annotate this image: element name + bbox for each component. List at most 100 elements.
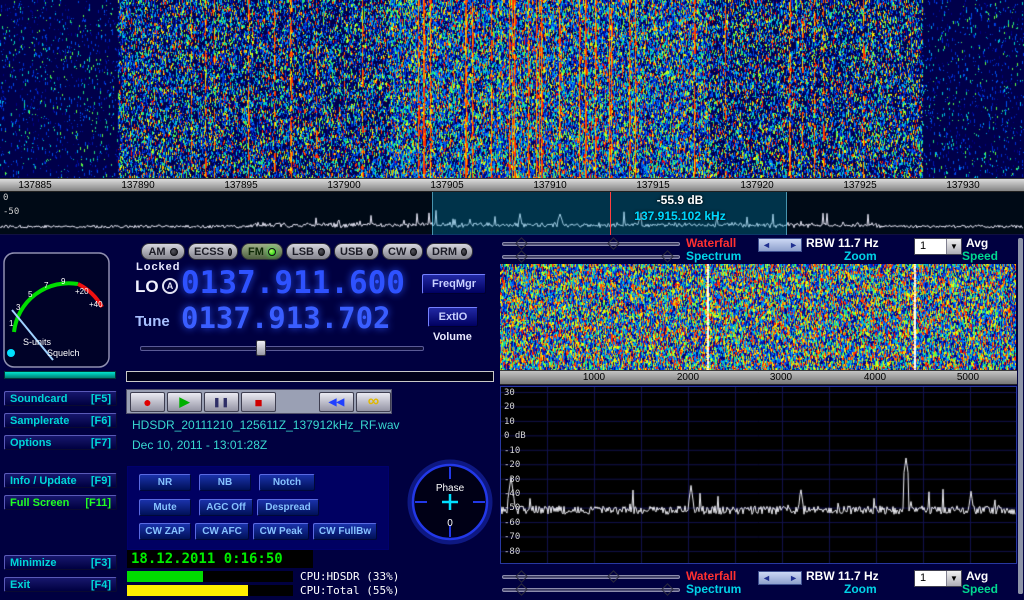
slider-handle[interactable] (661, 250, 674, 263)
zoom-scrollbar-bottom[interactable]: ◄ ► (758, 571, 802, 585)
cw-fullbw-button[interactable]: CW FullBw (313, 523, 377, 540)
avg-value: 1 (915, 571, 946, 586)
speed-label[interactable]: Speed (962, 249, 998, 263)
waterfall-label[interactable]: Waterfall (686, 236, 736, 250)
zoom-scrollbar[interactable]: ◄ ► (758, 238, 802, 252)
arrow-left-icon[interactable]: ◄ (762, 574, 771, 583)
arrow-right-icon[interactable]: ► (789, 574, 798, 583)
hdsdr-window: 137885 137890 137895 137900 137905 13791… (0, 0, 1024, 600)
s-units-label: S-units (23, 337, 52, 347)
cw-zap-button[interactable]: CW ZAP (139, 523, 191, 540)
cpu-hdsdr-bar (127, 571, 293, 582)
cw-peak-button[interactable]: CW Peak (253, 523, 309, 540)
freq-tick: 137890 (108, 180, 168, 191)
lock-a-button[interactable]: A (162, 278, 178, 294)
samplerate-button[interactable]: Samplerate[F6] (4, 413, 117, 428)
cursor-db-readout: -55.9 dB (580, 193, 780, 207)
cpu-hdsdr-label: CPU:HDSDR (33%) (300, 570, 399, 583)
right-vertical-scrollbar[interactable] (1018, 238, 1023, 594)
speed-label-bottom[interactable]: Speed (962, 582, 998, 596)
cw-afc-button[interactable]: CW AFC (195, 523, 249, 540)
squelch-knob[interactable] (7, 349, 15, 357)
frequency-scale[interactable]: 137885 137890 137895 137900 137905 13791… (0, 178, 1024, 192)
right-vertical-scrollbar-lower[interactable] (1018, 560, 1023, 594)
s-meter[interactable]: 1 3 5 7 9 +20 +40 S-units Squelch (3, 252, 110, 368)
nr-button[interactable]: NR (139, 474, 191, 491)
volume-slider-track[interactable] (140, 346, 424, 351)
avg-dropdown-bottom[interactable]: 1 ▼ (914, 570, 962, 587)
tune-frequency-display[interactable]: 0137.913.702 (181, 301, 391, 335)
mode-button-cw[interactable]: CW (382, 243, 423, 260)
fullscreen-button[interactable]: Full Screen[F11] (4, 495, 117, 510)
mode-button-fm[interactable]: FM (241, 243, 283, 260)
arrow-left-icon[interactable]: ◄ (762, 241, 771, 250)
db-tick: -70 (504, 532, 520, 542)
avg-dropdown[interactable]: 1 ▼ (914, 238, 962, 255)
mode-button-ecss[interactable]: ECSS (188, 243, 238, 260)
lo-frequency-display[interactable]: 0137.911.600 (181, 265, 405, 301)
loop-icon: ∞ (368, 393, 379, 411)
phase-dial[interactable]: Phase 0 (406, 452, 494, 548)
minimize-button[interactable]: Minimize[F3] (4, 555, 117, 570)
avg-label: Avg (966, 236, 988, 250)
nb-button[interactable]: NB (199, 474, 251, 491)
dropdown-arrow-icon[interactable]: ▼ (946, 571, 961, 586)
volume-slider-handle[interactable] (256, 340, 266, 356)
loop-button[interactable]: ∞ (356, 392, 391, 412)
slider-handle[interactable] (515, 237, 528, 250)
slider-handle[interactable] (607, 570, 620, 583)
spectrum-range-slider-bottom[interactable] (502, 588, 680, 592)
spectrum-label-bottom[interactable]: Spectrum (686, 582, 741, 596)
recording-timestamp: Dec 10, 2011 - 13:01:28Z (132, 438, 267, 452)
stop-button[interactable]: ■ (241, 392, 276, 412)
play-button[interactable]: ▶ (167, 392, 202, 412)
audio-spectrum-plot[interactable]: 30 20 10 0 dB -10 -20 -30 -40 -50 -60 -7… (500, 386, 1017, 564)
slider-handle[interactable] (515, 250, 528, 263)
mode-button-am[interactable]: AM (141, 243, 185, 260)
spectrum-label[interactable]: Spectrum (686, 249, 741, 263)
pause-icon: ❚❚ (213, 397, 230, 408)
freqmgr-button[interactable]: FreqMgr (422, 274, 486, 294)
extio-button[interactable]: ExtIO (428, 307, 478, 327)
slider-handle[interactable] (661, 583, 674, 596)
overview-spectrum[interactable]: 0 -50 -55.9 dB 137.915.102 kHz (0, 192, 1024, 235)
waterfall-label-bottom[interactable]: Waterfall (686, 569, 736, 583)
audio-frequency-scale[interactable]: 1000 2000 3000 4000 5000 (500, 370, 1017, 385)
button-hotkey: [F6] (91, 415, 111, 427)
rewind-button[interactable]: ◀◀ (319, 392, 354, 412)
mute-button[interactable]: Mute (139, 499, 191, 516)
waterfall-contrast-slider-bottom[interactable] (502, 575, 680, 579)
waterfall-contrast-slider[interactable] (502, 242, 680, 246)
button-hotkey: [F3] (91, 557, 111, 569)
exit-button[interactable]: Exit[F4] (4, 577, 117, 592)
dropdown-arrow-icon[interactable]: ▼ (946, 239, 961, 254)
mode-label: AM (148, 246, 165, 258)
mode-label: DRM (432, 246, 457, 258)
mode-button-lsb[interactable]: LSB (286, 243, 331, 260)
cpu-total-bar (127, 585, 293, 596)
cpu-total-label: CPU:Total (55%) (300, 584, 399, 597)
avg-value: 1 (915, 239, 946, 254)
slider-handle[interactable] (607, 237, 620, 250)
mode-button-drm[interactable]: DRM (426, 243, 473, 260)
slider-handle[interactable] (515, 570, 528, 583)
soundcard-button[interactable]: Soundcard[F5] (4, 391, 117, 406)
options-button[interactable]: Options[F7] (4, 435, 117, 450)
button-hotkey: [F4] (91, 579, 111, 591)
db-tick: -20 (504, 460, 520, 470)
playback-position-track[interactable] (126, 371, 494, 382)
main-waterfall-display[interactable] (0, 0, 1024, 178)
pause-button[interactable]: ❚❚ (204, 392, 239, 412)
recording-filename: HDSDR_20111210_125611Z_137912kHz_RF.wav (132, 418, 400, 432)
despread-button[interactable]: Despread (257, 499, 319, 516)
phase-value: 0 (447, 518, 453, 529)
mode-button-usb[interactable]: USB (334, 243, 379, 260)
arrow-right-icon[interactable]: ► (789, 241, 798, 250)
slider-handle[interactable] (515, 583, 528, 596)
notch-button[interactable]: Notch (259, 474, 315, 491)
info-update-button[interactable]: Info / Update[F9] (4, 473, 117, 488)
record-button[interactable]: ● (130, 392, 165, 412)
audio-waterfall-display[interactable] (500, 264, 1016, 370)
agc-button[interactable]: AGC Off (199, 499, 253, 516)
spectrum-range-slider[interactable] (502, 255, 680, 259)
